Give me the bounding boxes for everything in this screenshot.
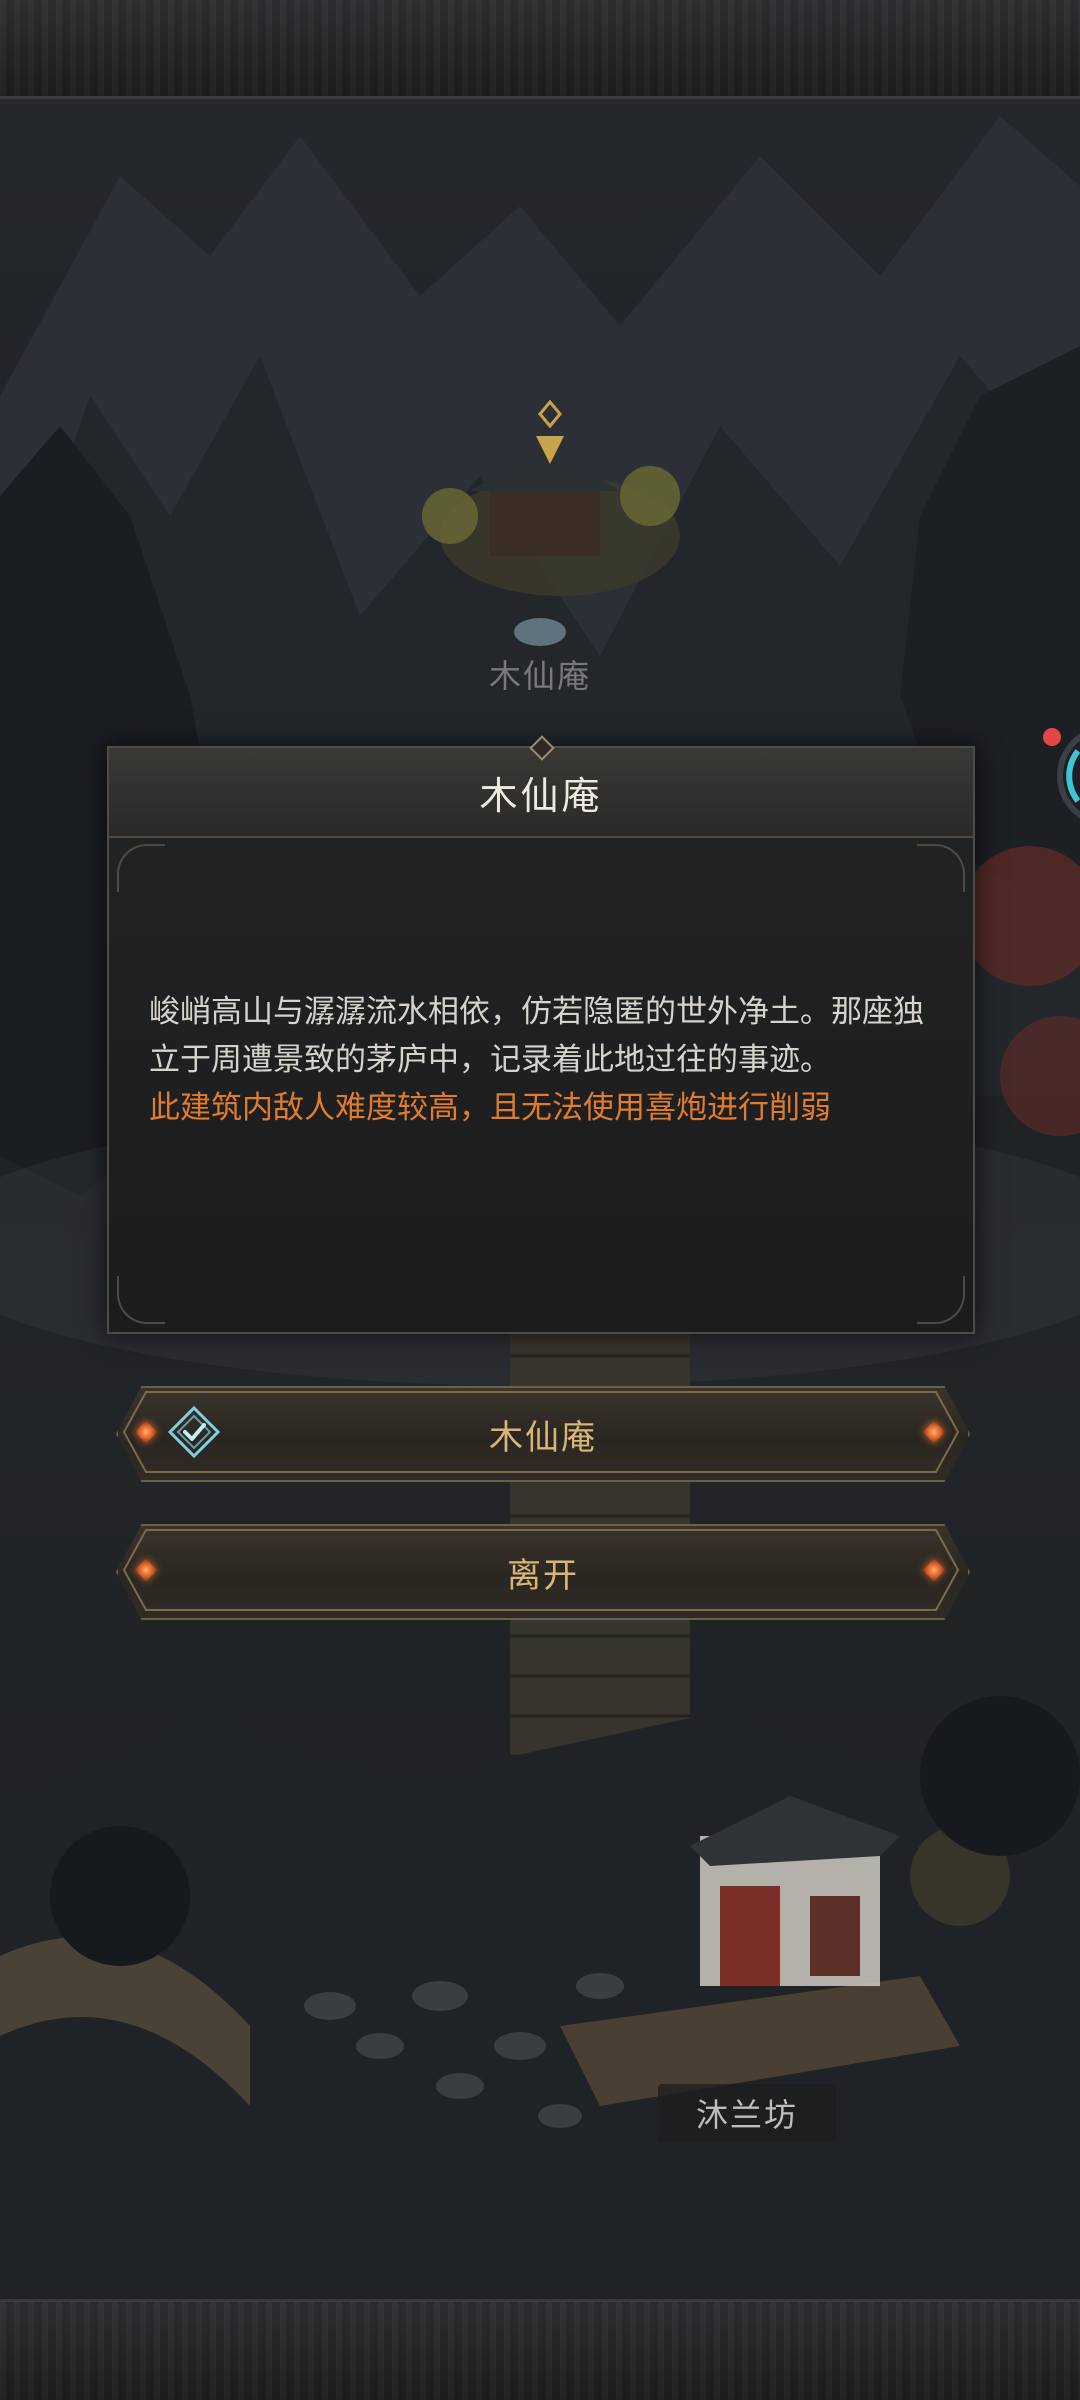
corner-ornament (117, 844, 165, 892)
leave-button[interactable]: 离开 (116, 1524, 970, 1620)
dialog-title: 木仙庵 (479, 773, 603, 818)
leave-label: 离开 (507, 1555, 579, 1596)
game-screen: 木仙庵 沐兰坊 木仙庵 峻峭高山与潺潺流水相依，仿若隐匿的世外净土。那座独立于周… (0, 0, 1080, 2400)
corner-ornament (917, 844, 965, 892)
top-ornate-bar (0, 0, 1080, 99)
checkmark-diamond-icon (167, 1405, 221, 1459)
bottom-ornate-bar (0, 2299, 1080, 2400)
dialog-body: 峻峭高山与潺潺流水相依，仿若隐匿的世外净土。那座独立于周遭景致的茅庐中，记录着此… (149, 988, 939, 1132)
option-enter-button[interactable]: 木仙庵 (116, 1386, 970, 1482)
corner-ornament (117, 1276, 165, 1324)
map-location-label-top[interactable]: 木仙庵 (480, 651, 600, 697)
dialog-header: 木仙庵 (109, 748, 973, 838)
dialog-warning-text: 此建筑内敌人难度较高，且无法使用喜炮进行削弱 (149, 1090, 831, 1126)
location-info-dialog: 木仙庵 峻峭高山与潺潺流水相依，仿若隐匿的世外净土。那座独立于周遭景致的茅庐中，… (107, 735, 975, 1334)
corner-ornament (917, 1276, 965, 1324)
map-location-label-bottom[interactable]: 沐兰坊 (658, 2084, 837, 2142)
notification-dot (1043, 728, 1061, 746)
option-enter-label: 木仙庵 (489, 1417, 597, 1458)
dialog-description: 峻峭高山与潺潺流水相依，仿若隐匿的世外净土。那座独立于周遭景致的茅庐中，记录着此… (149, 994, 924, 1078)
